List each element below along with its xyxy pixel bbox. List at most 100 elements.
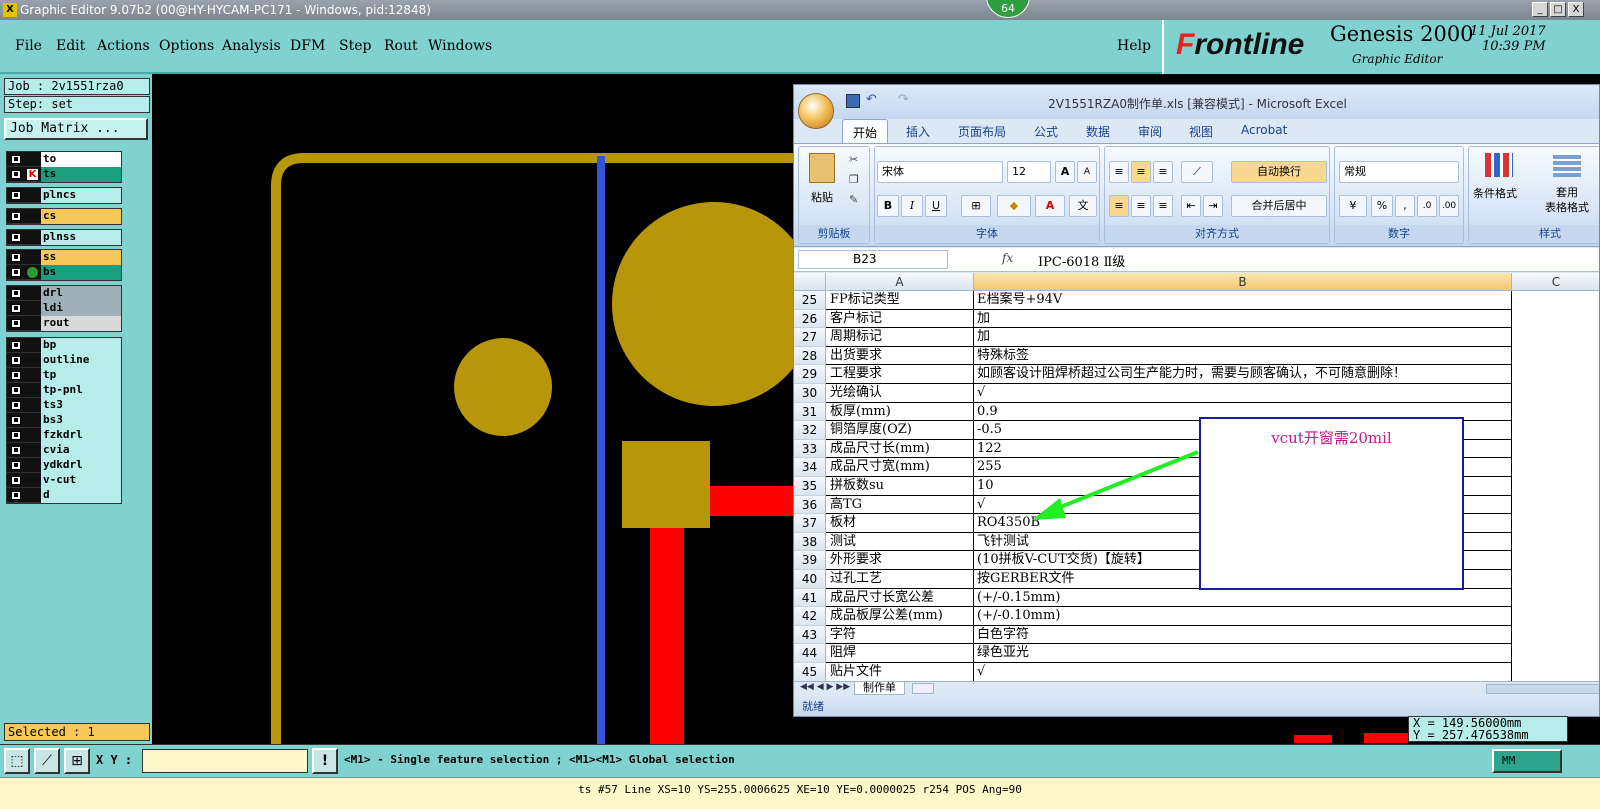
italic-button[interactable]: I [901, 195, 923, 217]
fx-button[interactable]: fx [1002, 251, 1013, 265]
layer-checkbox[interactable] [11, 446, 21, 455]
excel-window[interactable]: ↶ ↷ 2V1551RZA0制作单.xls [兼容模式] - Microsoft… [793, 84, 1600, 717]
table-row[interactable]: 27 周期标记加 [794, 328, 1599, 347]
layer-row[interactable]: bs3 [7, 413, 121, 428]
wrap-text-button[interactable]: 自动换行 [1231, 161, 1327, 183]
cell-a[interactable]: 成品尺寸宽(mm) [826, 458, 974, 477]
row-number[interactable]: 29 [794, 365, 826, 384]
cell-a[interactable]: 板厚(mm) [826, 402, 974, 422]
layer-row[interactable]: ss [7, 250, 121, 265]
row-number[interactable]: 28 [794, 346, 826, 366]
layer-row[interactable]: Kts [7, 167, 121, 182]
layer-row[interactable]: fzkdrl [7, 428, 121, 443]
column-header-a[interactable]: A [826, 273, 974, 291]
table-format-icon[interactable] [1553, 153, 1581, 177]
align-top-button[interactable]: ≡ [1109, 161, 1129, 183]
cell-b[interactable]: 白色字符 [974, 625, 1512, 645]
table-row[interactable]: 28 出货要求 特殊标签 [794, 346, 1599, 366]
layer-checkbox[interactable] [11, 416, 21, 425]
menu-help[interactable]: Help [1117, 38, 1151, 54]
cell-a[interactable]: 过孔工艺 [826, 570, 974, 589]
row-number[interactable]: 30 [794, 384, 826, 403]
layer-checkbox[interactable] [11, 212, 21, 221]
layer-checkbox[interactable] [11, 371, 21, 380]
row-number[interactable]: 27 [794, 328, 826, 347]
layer-checkbox[interactable] [11, 476, 21, 485]
layer-row[interactable]: ts3 [7, 398, 121, 413]
cell-b[interactable]: √ [974, 663, 1512, 682]
cell-b[interactable]: E档案号+94V [974, 291, 1512, 310]
layer-row[interactable]: d [7, 488, 121, 503]
layer-row[interactable]: cs [7, 209, 121, 224]
phonetic-button[interactable]: 文 [1069, 195, 1097, 217]
layer-row[interactable]: drl [7, 286, 121, 301]
increase-indent-button[interactable]: ⇥ [1203, 195, 1223, 217]
cell-b[interactable]: 加 [974, 309, 1512, 329]
font-color-button[interactable]: A [1035, 195, 1065, 217]
layer-checkbox[interactable] [11, 304, 21, 313]
tab-acrobat[interactable]: Acrobat [1241, 123, 1287, 137]
horizontal-scrollbar[interactable] [1486, 684, 1599, 694]
cell-b[interactable]: 绿色亚光 [974, 644, 1512, 663]
layer-checkbox[interactable] [11, 491, 21, 500]
menu-analysis[interactable]: Analysis [222, 38, 281, 54]
table-row[interactable]: 44 阻焊 绿色亚光 [794, 644, 1599, 663]
increase-decimal-button[interactable]: .0 [1417, 195, 1437, 217]
measure-icon[interactable]: ⟋ [34, 748, 60, 774]
select-all-corner[interactable] [794, 273, 826, 291]
layer-row[interactable]: v-cut [7, 473, 121, 488]
cell-a[interactable]: FP标记类型 [826, 291, 974, 310]
layer-row[interactable]: bp [7, 338, 121, 353]
menu-options[interactable]: Options [159, 38, 214, 54]
row-number[interactable]: 42 [794, 607, 826, 626]
layer-checkbox[interactable] [11, 233, 21, 242]
alert-icon[interactable]: ! [312, 748, 338, 774]
insert-sheet-icon[interactable] [912, 683, 934, 694]
row-number[interactable]: 31 [794, 402, 826, 422]
bold-button[interactable]: B [877, 195, 899, 217]
name-box[interactable]: B23 [798, 250, 948, 269]
format-painter-icon[interactable]: ✎ [849, 193, 858, 206]
tab-insert[interactable]: 插入 [906, 123, 930, 140]
formula-input[interactable]: IPC-6018 Ⅱ级 [1038, 251, 1125, 270]
table-row[interactable]: 29 工程要求 如顾客设计阻焊桥超过公司生产能力时，需要与顾客确认，不可随意删除！ [794, 365, 1599, 384]
menu-file[interactable]: File [15, 38, 42, 54]
cell-b[interactable]: 加 [974, 328, 1512, 347]
row-number[interactable]: 32 [794, 421, 826, 440]
table-row[interactable]: 38 测试 飞针测试 [794, 532, 1599, 552]
row-number[interactable]: 45 [794, 663, 826, 682]
column-header-b[interactable]: B [974, 273, 1512, 291]
row-number[interactable]: 25 [794, 291, 826, 310]
cell-a[interactable]: 出货要求 [826, 346, 974, 366]
table-row[interactable]: 25 FP标记类型 E档案号+94V [794, 291, 1599, 310]
table-row[interactable]: 43 字符 白色字符 [794, 625, 1599, 645]
align-left-button[interactable]: ≡ [1109, 195, 1129, 217]
underline-button[interactable]: U [925, 195, 947, 217]
tab-data[interactable]: 数据 [1086, 123, 1110, 140]
cell-a[interactable]: 阻焊 [826, 644, 974, 663]
cut-icon[interactable]: ✂ [849, 153, 858, 166]
table-row[interactable]: 45 贴片文件 √ [794, 663, 1599, 682]
sheet-nav-icon[interactable]: ◀◀ ◀ ▶ ▶▶ [800, 682, 850, 692]
cell-a[interactable]: 成品板厚公差(mm) [826, 607, 974, 626]
menu-actions[interactable]: Actions [97, 38, 150, 54]
cell-b[interactable]: (+/-0.15mm) [974, 588, 1512, 608]
align-bottom-button[interactable]: ≡ [1153, 161, 1173, 183]
conditional-format-button[interactable]: 条件格式 [1473, 185, 1517, 201]
conditional-format-icon[interactable] [1485, 153, 1513, 177]
menu-windows[interactable]: Windows [428, 38, 492, 54]
table-row[interactable]: 32 铜箔厚度(OZ) -0.5 [794, 421, 1599, 440]
tab-view[interactable]: 视图 [1189, 123, 1213, 140]
layer-row[interactable]: ldi [7, 301, 121, 316]
cell-a[interactable]: 光绘确认 [826, 384, 974, 403]
tab-home[interactable]: 开始 [842, 119, 889, 143]
layer-row[interactable]: outline [7, 353, 121, 368]
table-row[interactable]: 42 成品板厚公差(mm) (+/-0.10mm) [794, 607, 1599, 626]
units-select[interactable]: MM [1492, 749, 1562, 773]
cell-a[interactable]: 周期标记 [826, 328, 974, 347]
paste-icon[interactable] [809, 153, 835, 183]
layer-checkbox[interactable] [11, 155, 21, 164]
row-number[interactable]: 37 [794, 514, 826, 533]
row-number[interactable]: 43 [794, 625, 826, 645]
layer-checkbox[interactable] [11, 386, 21, 395]
